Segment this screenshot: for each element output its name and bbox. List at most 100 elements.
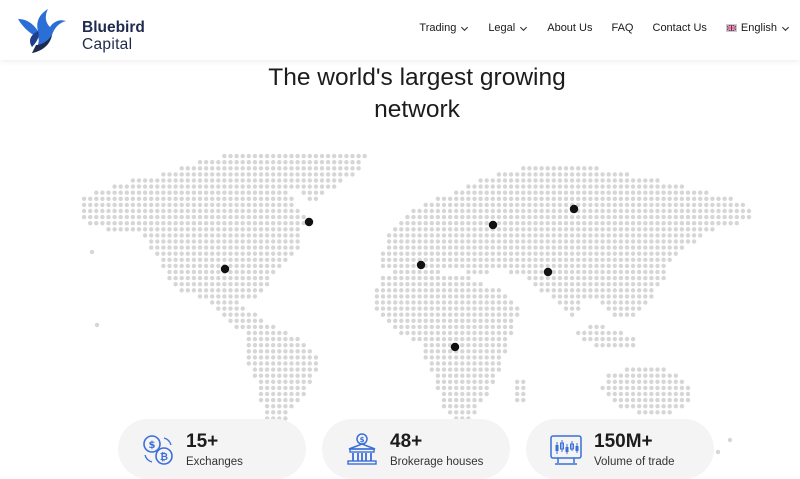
map-dot [429, 324, 434, 330]
map-dot [441, 361, 447, 366]
map-dot [454, 373, 459, 378]
map-dot [386, 300, 392, 305]
nav-about-us[interactable]: About Us [547, 22, 592, 34]
map-dot [484, 300, 489, 305]
map-dot [655, 251, 660, 256]
map-dot [246, 263, 251, 269]
nav-trading[interactable]: Trading [419, 22, 469, 34]
map-dot [393, 294, 398, 299]
map-dot [539, 190, 544, 195]
map-dot [252, 312, 258, 317]
map-dot [618, 227, 624, 232]
map-dot [393, 239, 398, 244]
map-dot [557, 288, 563, 293]
map-dot [515, 190, 520, 195]
map-dot [612, 178, 617, 183]
map-dot [271, 336, 276, 342]
map-dot [130, 190, 136, 195]
map-dot [106, 227, 111, 232]
map-dot [191, 221, 197, 226]
map-dot [600, 385, 605, 391]
map-dot [466, 336, 471, 342]
map-dot [228, 214, 233, 220]
map-dot [240, 153, 245, 159]
map-dot [594, 330, 599, 336]
map-dot [624, 367, 630, 372]
map-dot [716, 202, 721, 208]
map-dot [466, 208, 471, 214]
map-dot [411, 282, 416, 287]
map-dot [606, 233, 611, 238]
map-dot [405, 312, 410, 317]
map-dot [399, 227, 404, 232]
map-dot [197, 178, 203, 183]
map-dot [606, 221, 611, 226]
map-dot [447, 361, 453, 366]
map-dot [283, 397, 288, 403]
map-dot [197, 160, 203, 165]
map-dot [582, 190, 587, 195]
map-dot [515, 269, 520, 275]
map-dot [246, 239, 251, 244]
map-dot [515, 239, 520, 244]
map-dot [618, 233, 624, 238]
map-dot [161, 245, 166, 250]
map-dot [441, 404, 447, 409]
map-dot [405, 318, 410, 323]
map-dot [142, 221, 148, 226]
map-dot [454, 330, 459, 336]
map-dot [228, 190, 233, 195]
map-dot [307, 373, 312, 378]
map-dot [228, 153, 233, 159]
map-dot [264, 275, 270, 281]
map-dot [100, 202, 105, 208]
map-dot [594, 275, 599, 281]
map-dot [460, 306, 465, 311]
map-dot [624, 300, 630, 305]
map-dot [539, 172, 544, 177]
map-dot [423, 355, 428, 360]
map-dot [210, 233, 215, 238]
map-dot [582, 294, 587, 299]
map-dot [130, 196, 136, 201]
map-dot [386, 263, 392, 269]
map-dot [234, 221, 239, 226]
map-dot [478, 208, 483, 214]
map-dot [515, 233, 520, 238]
map-dot [478, 282, 483, 287]
map-dot [496, 318, 502, 323]
map-dot [429, 367, 434, 372]
map-dot [228, 282, 233, 287]
map-dot [472, 306, 477, 311]
nav-faq[interactable]: FAQ [611, 22, 633, 34]
map-dot [423, 330, 428, 336]
map-dot [258, 288, 264, 293]
map-dot [441, 379, 447, 384]
map-dot [149, 214, 154, 220]
map-dot [728, 202, 733, 208]
logo[interactable]: Bluebird Capital [14, 5, 154, 55]
nav-contact-us[interactable]: Contact Us [653, 22, 707, 34]
map-dot [527, 172, 532, 177]
map-dot [545, 208, 550, 214]
map-dot [447, 312, 453, 317]
nav-legal[interactable]: Legal [488, 22, 528, 34]
language-selector[interactable]: English [725, 22, 790, 34]
map-dot [624, 385, 630, 391]
map-dot [441, 306, 447, 311]
map-dot [661, 190, 666, 195]
map-dot [161, 208, 166, 214]
map-dot [203, 233, 209, 238]
map-dot [429, 294, 434, 299]
map-dot [643, 190, 648, 195]
map-dot [136, 184, 142, 189]
map-dot [264, 269, 270, 275]
map-dot [167, 257, 172, 262]
map-dot [228, 288, 233, 293]
map-dot [478, 257, 483, 262]
map-dot [606, 288, 611, 293]
map-dot [356, 160, 361, 165]
map-dot [88, 196, 93, 201]
map-dot [447, 349, 453, 354]
map-dot [222, 208, 227, 214]
